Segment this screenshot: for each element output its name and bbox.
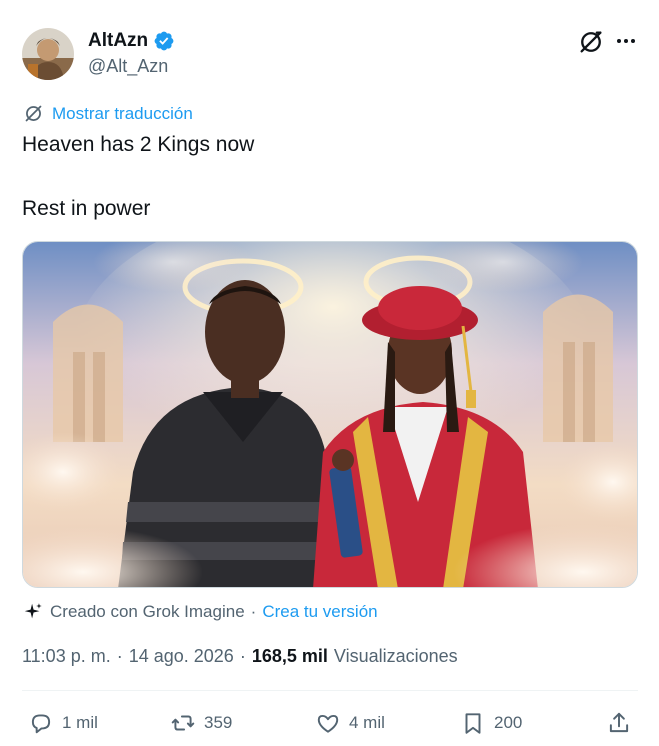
- divider: [22, 690, 638, 691]
- grok-attribution: Creado con Grok Imagine · Crea tu versió…: [22, 601, 378, 623]
- bookmark-count: 200: [494, 713, 523, 732]
- translate-label: Mostrar traducción: [52, 103, 193, 123]
- more-dot: [631, 39, 635, 43]
- repost-button[interactable]: 359: [170, 706, 232, 740]
- tweet-meta: 11:03 p. m. · 14 ago. 2026 · 168,5 mil V…: [22, 646, 458, 667]
- grok-attribution-text: Creado con Grok Imagine: [50, 602, 245, 621]
- tweet-time[interactable]: 11:03 p. m.: [22, 646, 111, 667]
- views-count: 168,5 mil: [251, 646, 328, 666]
- action-bar: 1 mil 359 4 mil 200: [22, 706, 638, 740]
- tweet-date[interactable]: 14 ago. 2026: [129, 646, 234, 667]
- like-button[interactable]: 4 mil: [315, 706, 385, 740]
- heart-icon: [317, 714, 339, 733]
- grok-button[interactable]: [577, 28, 605, 56]
- more-dot: [617, 39, 621, 43]
- avatar[interactable]: [22, 28, 74, 80]
- display-name[interactable]: AltAzn: [88, 30, 148, 52]
- create-your-version-link[interactable]: Crea tu versión: [262, 602, 377, 622]
- reply-button[interactable]: 1 mil: [28, 706, 98, 740]
- separator: ·: [116, 646, 123, 666]
- tweet-text-line: Rest in power: [22, 197, 151, 220]
- repost-icon: [171, 715, 195, 731]
- tweet-image[interactable]: [22, 241, 638, 588]
- tweet-text: Heaven has 2 Kings now Rest in power: [22, 132, 254, 222]
- sparkle-icon: [24, 603, 42, 619]
- author-name-row[interactable]: AltAzn: [88, 30, 175, 52]
- bookmark-icon: [465, 713, 481, 734]
- translate-icon: [25, 105, 42, 122]
- reply-count: 1 mil: [62, 713, 98, 732]
- tweet-text-line: Heaven has 2 Kings now: [22, 133, 255, 156]
- views-label: Visualizaciones: [333, 646, 458, 666]
- bookmark-button[interactable]: 200: [460, 706, 522, 740]
- more-options-button[interactable]: [612, 30, 640, 52]
- tweet: AltAzn @Alt_Azn Mostrar traducción Heave…: [0, 0, 659, 746]
- like-count: 4 mil: [349, 713, 385, 732]
- separator: ·: [239, 646, 246, 666]
- repost-count: 359: [204, 713, 233, 732]
- reply-icon: [31, 714, 51, 734]
- verified-badge-icon: [154, 31, 174, 51]
- author-handle[interactable]: @Alt_Azn: [88, 56, 168, 77]
- share-button[interactable]: [606, 706, 632, 740]
- separator: ·: [250, 602, 257, 621]
- show-translation-link[interactable]: Mostrar traducción: [23, 103, 193, 124]
- grok-icon: [580, 31, 602, 53]
- more-dot: [624, 39, 628, 43]
- share-icon: [609, 712, 629, 733]
